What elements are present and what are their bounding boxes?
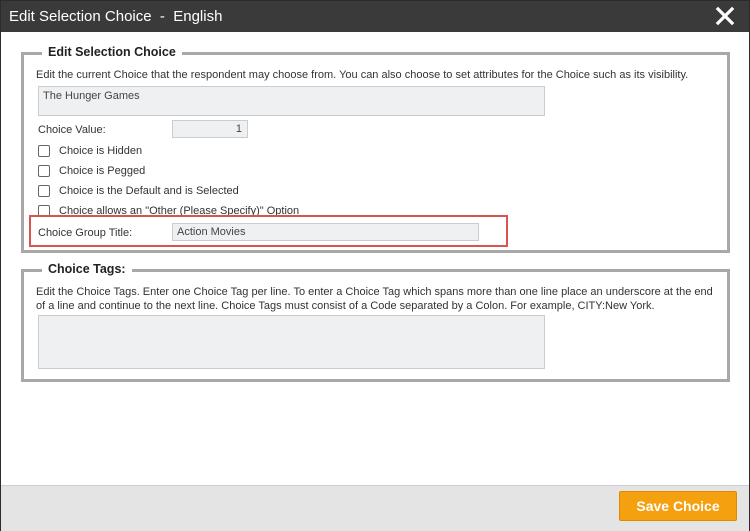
hidden-checkbox[interactable] [38, 145, 50, 157]
dialog-title: Edit Selection Choice - English [9, 8, 223, 25]
choice-tags-legend: Choice Tags: [42, 262, 132, 276]
edit-choice-description: Edit the current Choice that the respond… [36, 69, 689, 81]
default-checkbox[interactable] [38, 185, 50, 197]
choice-tags-section: Choice Tags: Edit the Choice Tags. Enter… [21, 262, 730, 382]
choice-value-input[interactable]: 1 [172, 120, 248, 138]
dialog-footer: Save Choice [1, 485, 749, 531]
save-choice-button[interactable]: Save Choice [619, 491, 737, 521]
edit-selection-choice-dialog: Edit Selection Choice - English Edit Sel… [0, 0, 750, 531]
dialog-titlebar: Edit Selection Choice - English [1, 1, 749, 32]
close-button[interactable] [715, 6, 735, 26]
edit-choice-legend: Edit Selection Choice [42, 45, 182, 59]
choice-tags-textarea[interactable] [38, 315, 545, 369]
choice-text-input[interactable]: The Hunger Games [38, 86, 545, 116]
hidden-checkbox-label: Choice is Hidden [59, 145, 143, 157]
choice-value-label: Choice Value: [38, 124, 106, 136]
pegged-checkbox[interactable] [38, 165, 50, 177]
highlight-box [29, 215, 508, 247]
close-icon [715, 6, 735, 26]
pegged-checkbox-label: Choice is Pegged [59, 165, 146, 177]
default-checkbox-label: Choice is the Default and is Selected [59, 185, 239, 197]
choice-tags-description: Edit the Choice Tags. Enter one Choice T… [36, 286, 713, 312]
